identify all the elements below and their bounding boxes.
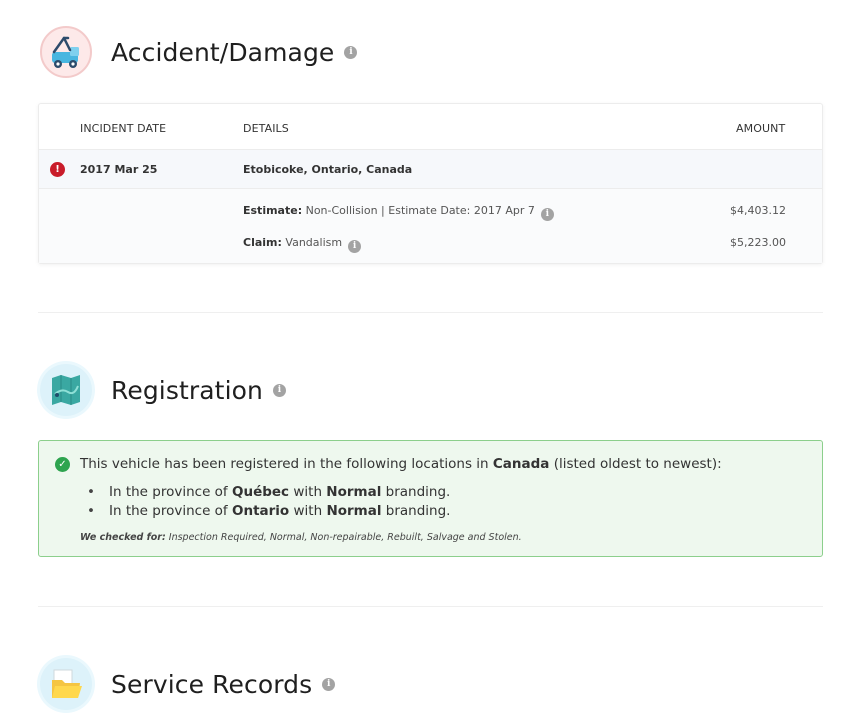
province: Québec [231, 484, 290, 500]
checked-for-note: We checked for: Inspection Required, Nor… [80, 532, 522, 543]
list-item: In the province of Ontario with Normal b… [87, 503, 450, 522]
info-icon[interactable]: i [272, 383, 286, 397]
registration-box: ✓ This vehicle has been registered in th… [38, 440, 823, 557]
province: Ontario [231, 503, 290, 519]
checked-label: We checked for: [80, 532, 166, 543]
claim-text: Vandalism [285, 236, 343, 249]
incident-location: Etobicoke, Ontario, Canada [243, 163, 413, 176]
accident-title: Accident/Damage [111, 37, 335, 67]
registration-title: Registration [111, 375, 263, 405]
claim-line: Claim: Vandalism i [243, 236, 362, 253]
registration-intro: This vehicle has been registered in the … [80, 456, 722, 472]
intro-suffix: (listed oldest to newest): [549, 456, 722, 472]
folder-icon [40, 658, 92, 710]
accident-section-header: Accident/Damage i [40, 26, 358, 78]
claim-label: Claim: [243, 236, 282, 249]
map-icon [40, 364, 92, 416]
header-amount: AMOUNT [736, 122, 786, 135]
info-icon[interactable]: i [322, 677, 336, 691]
info-icon[interactable]: i [540, 208, 554, 221]
branding: Normal [326, 503, 382, 519]
info-icon[interactable]: i [344, 45, 358, 59]
table-row: ! 2017 Mar 25 Etobicoke, Ontario, Canada [39, 150, 822, 189]
branding: Normal [326, 484, 382, 500]
registration-list: In the province of Québec with Normal br… [87, 484, 450, 522]
estimate-amount: $4,403.12 [730, 204, 786, 217]
accident-table: INCIDENT DATE DETAILS AMOUNT ! 2017 Mar … [38, 103, 823, 264]
service-title: Service Records [111, 669, 313, 699]
tow-truck-icon [40, 26, 92, 78]
intro-prefix: This vehicle has been registered in the … [80, 456, 493, 472]
claim-amount: $5,223.00 [730, 236, 786, 249]
section-divider [38, 606, 823, 607]
checked-text: Inspection Required, Normal, Non-repaira… [165, 532, 522, 543]
table-row: Estimate: Non-Collision | Estimate Date:… [39, 189, 822, 263]
estimate-label: Estimate: [243, 204, 303, 217]
registration-section-header: Registration i [40, 364, 286, 416]
check-circle-icon: ✓ [55, 457, 70, 472]
incident-date: 2017 Mar 25 [80, 163, 158, 176]
section-divider [38, 312, 823, 313]
table-header: INCIDENT DATE DETAILS AMOUNT [39, 104, 822, 150]
header-details: DETAILS [243, 122, 289, 135]
info-icon[interactable]: i [348, 240, 362, 253]
intro-country: Canada [492, 456, 550, 472]
alert-icon: ! [50, 162, 65, 177]
header-incident-date: INCIDENT DATE [80, 122, 167, 135]
estimate-line: Estimate: Non-Collision | Estimate Date:… [243, 204, 554, 221]
estimate-text: Non-Collision | Estimate Date: 2017 Apr … [305, 204, 535, 217]
list-item: In the province of Québec with Normal br… [87, 484, 450, 503]
service-section-header: Service Records i [40, 658, 336, 710]
